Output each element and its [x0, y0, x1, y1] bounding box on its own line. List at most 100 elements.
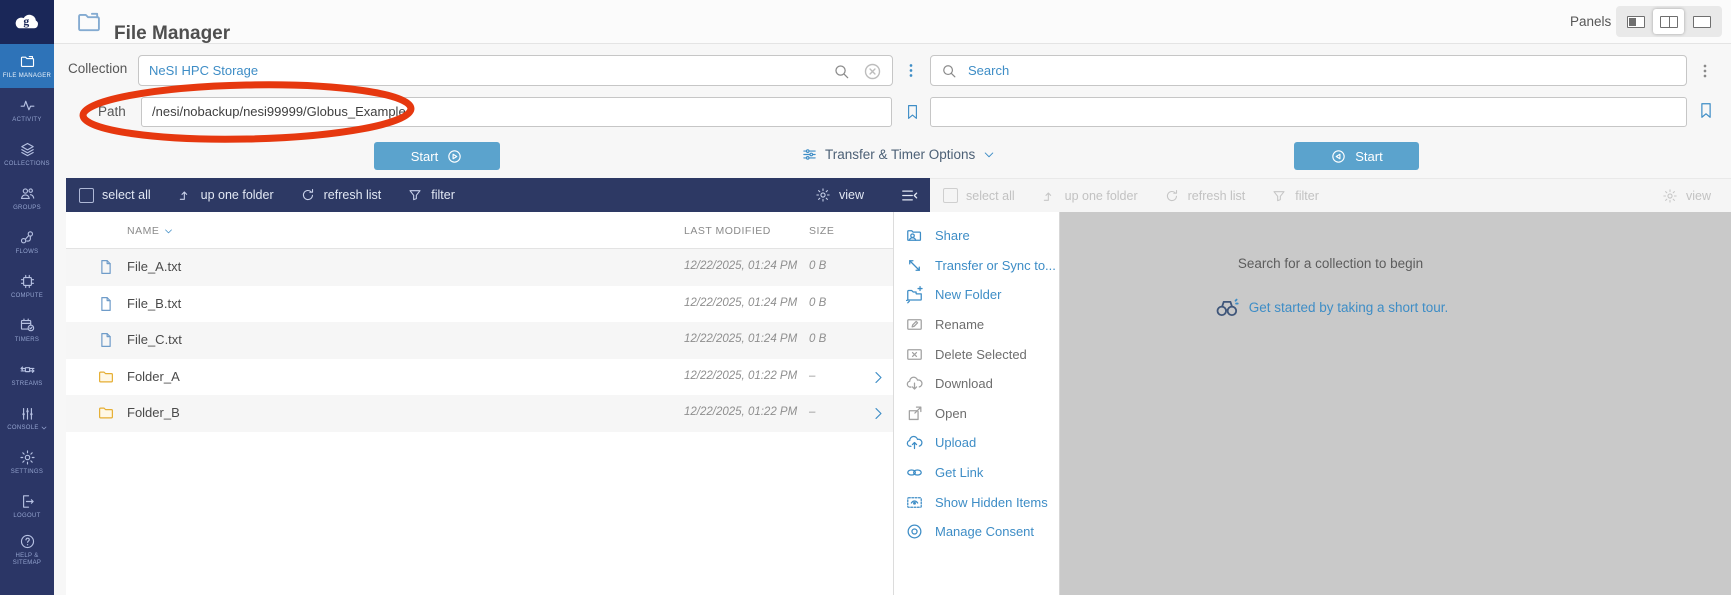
sidebar-item-timers[interactable]: TIMERS [0, 308, 54, 352]
globus-logo[interactable]: g [0, 0, 54, 44]
sidebar-item-activity[interactable]: ACTIVITY [0, 88, 54, 132]
start-transfer-left-button[interactable]: Start [374, 142, 500, 170]
refresh-list-button[interactable]: refresh list [300, 187, 382, 203]
tour-link[interactable]: Get started by taking a short tour. [1249, 300, 1449, 315]
path-value: /nesi/nobackup/nesi99999/Globus_Example/ [152, 98, 409, 126]
menu-item-rename[interactable]: Rename [894, 310, 1059, 340]
last-modified: 12/22/2025, 01:24 PM [684, 297, 797, 309]
panels-single-button[interactable] [1620, 9, 1651, 34]
compute-icon [19, 273, 36, 290]
filter-button[interactable]: filter [407, 187, 455, 203]
sidebar: g FILE MANAGER ACTIVITY COLLECTIONS GROUPS F… [0, 0, 54, 595]
refresh-list-button-disabled[interactable]: refresh list [1164, 188, 1246, 204]
collection-value: NeSI HPC Storage [149, 56, 258, 85]
bookmark-icon[interactable] [904, 98, 921, 126]
chevron-right-icon[interactable] [870, 369, 887, 386]
view-button[interactable]: view [815, 187, 864, 203]
file-size: – [809, 406, 815, 418]
filter-button-disabled[interactable]: filter [1271, 188, 1319, 204]
collection-search-input[interactable]: Search [930, 55, 1687, 86]
panels-label: Panels [1570, 14, 1611, 29]
sidebar-item-label: COLLECTIONS [4, 161, 50, 168]
menu-item-label: Transfer or Sync to... [935, 258, 1056, 273]
collection-options-menu-icon[interactable] [903, 57, 919, 84]
get-link-icon [905, 463, 924, 482]
column-last-modified[interactable]: LAST MODIFIED [684, 225, 771, 237]
sidebar-item-file-manager[interactable]: FILE MANAGER [0, 44, 54, 88]
right-panel-toolbar: select all up one folder refresh list fi… [930, 178, 1731, 212]
checkbox-icon[interactable] [79, 188, 94, 203]
file-manager-icon [19, 53, 36, 70]
sort-chevron-down-icon [163, 226, 174, 237]
rename-icon [905, 315, 924, 334]
column-size[interactable]: SIZE [809, 225, 834, 237]
menu-item-download[interactable]: Download [894, 369, 1059, 399]
menu-item-new-folder[interactable]: New Folder [894, 280, 1059, 310]
filter-icon [407, 187, 423, 203]
sidebar-item-help-sitemap[interactable]: HELP & SITEMAP [0, 528, 54, 572]
menu-item-get-link[interactable]: Get Link [894, 458, 1059, 488]
sidebar-item-label: STREAMS [11, 381, 42, 388]
view-button-disabled[interactable]: view [1662, 188, 1711, 204]
path-label: Path [98, 104, 126, 119]
up-one-folder-button-disabled[interactable]: up one folder [1041, 188, 1138, 204]
menu-item-manage-consent[interactable]: Manage Consent [894, 517, 1059, 547]
clear-collection-icon[interactable] [862, 61, 883, 82]
checkbox-icon [943, 188, 958, 203]
file-icon [97, 295, 115, 313]
table-row[interactable]: Folder_A12/22/2025, 01:22 PM– [66, 359, 893, 396]
single-panel-icon [1627, 16, 1645, 28]
sidebar-item-groups[interactable]: GROUPS [0, 176, 54, 220]
refresh-icon [300, 187, 316, 203]
menu-item-show-hidden-items[interactable]: Show Hidden Items [894, 487, 1059, 517]
sidebar-item-console[interactable]: CONSOLE [0, 396, 54, 440]
menu-item-transfer-or-sync-to[interactable]: Transfer or Sync to... [894, 251, 1059, 281]
up-one-folder-icon [177, 187, 193, 203]
refresh-icon [1164, 188, 1180, 204]
menu-item-label: Open [935, 406, 967, 421]
header: File Manager Panels [54, 0, 1731, 44]
menu-item-label: Get Link [935, 465, 983, 480]
panels-dual-button[interactable] [1653, 9, 1684, 34]
binoculars-icon [1213, 294, 1240, 321]
sidebar-item-streams[interactable]: STREAMS [0, 352, 54, 396]
chevron-right-icon[interactable] [870, 405, 887, 422]
select-all-button[interactable]: select all [79, 188, 151, 203]
sidebar-item-label: ACTIVITY [12, 117, 41, 124]
collection-options-menu-icon[interactable] [1697, 58, 1713, 84]
menu-item-open[interactable]: Open [894, 399, 1059, 429]
sidebar-item-label: GROUPS [13, 205, 41, 212]
play-left-icon [1330, 148, 1347, 165]
sidebar-item-collections[interactable]: COLLECTIONS [0, 132, 54, 176]
start-transfer-right-button[interactable]: Start [1294, 142, 1419, 170]
sidebar-item-compute[interactable]: COMPUTE [0, 264, 54, 308]
menu-item-upload[interactable]: Upload [894, 428, 1059, 458]
file-name: File_B.txt [127, 296, 181, 311]
sidebar-item-label: CONSOLE [7, 425, 46, 432]
up-one-folder-button[interactable]: up one folder [177, 187, 274, 203]
table-row[interactable]: File_B.txt12/22/2025, 01:24 PM0 B [66, 286, 893, 323]
table-row[interactable]: File_C.txt12/22/2025, 01:24 PM0 B [66, 322, 893, 359]
sidebar-item-label: LOGOUT [13, 513, 40, 520]
menu-item-delete-selected[interactable]: Delete Selected [894, 339, 1059, 369]
menu-item-share[interactable]: Share [894, 221, 1059, 251]
path-input-right[interactable] [930, 97, 1687, 127]
collapse-menu-icon[interactable] [899, 186, 920, 205]
column-name[interactable]: NAME [127, 225, 174, 237]
sidebar-item-settings[interactable]: SETTINGS [0, 440, 54, 484]
download-icon [905, 374, 924, 393]
flows-icon [19, 229, 36, 246]
sidebar-item-logout[interactable]: LOGOUT [0, 484, 54, 528]
table-row[interactable]: Folder_B12/22/2025, 01:22 PM– [66, 395, 893, 432]
transfer-timer-options[interactable]: Transfer & Timer Options [801, 146, 996, 163]
table-row[interactable]: File_A.txt12/22/2025, 01:24 PM0 B [66, 249, 893, 286]
file-rows: File_A.txt12/22/2025, 01:24 PM0 B File_B.… [66, 249, 893, 432]
search-icon[interactable] [832, 62, 851, 81]
menu-item-label: Manage Consent [935, 524, 1034, 539]
collection-input[interactable]: NeSI HPC Storage [138, 55, 893, 86]
bookmark-icon[interactable] [1697, 96, 1715, 125]
sidebar-item-flows[interactable]: FLOWS [0, 220, 54, 264]
path-input[interactable]: /nesi/nobackup/nesi99999/Globus_Example/ [141, 97, 892, 127]
panels-wide-button[interactable] [1687, 9, 1718, 34]
select-all-button-disabled[interactable]: select all [943, 188, 1015, 203]
